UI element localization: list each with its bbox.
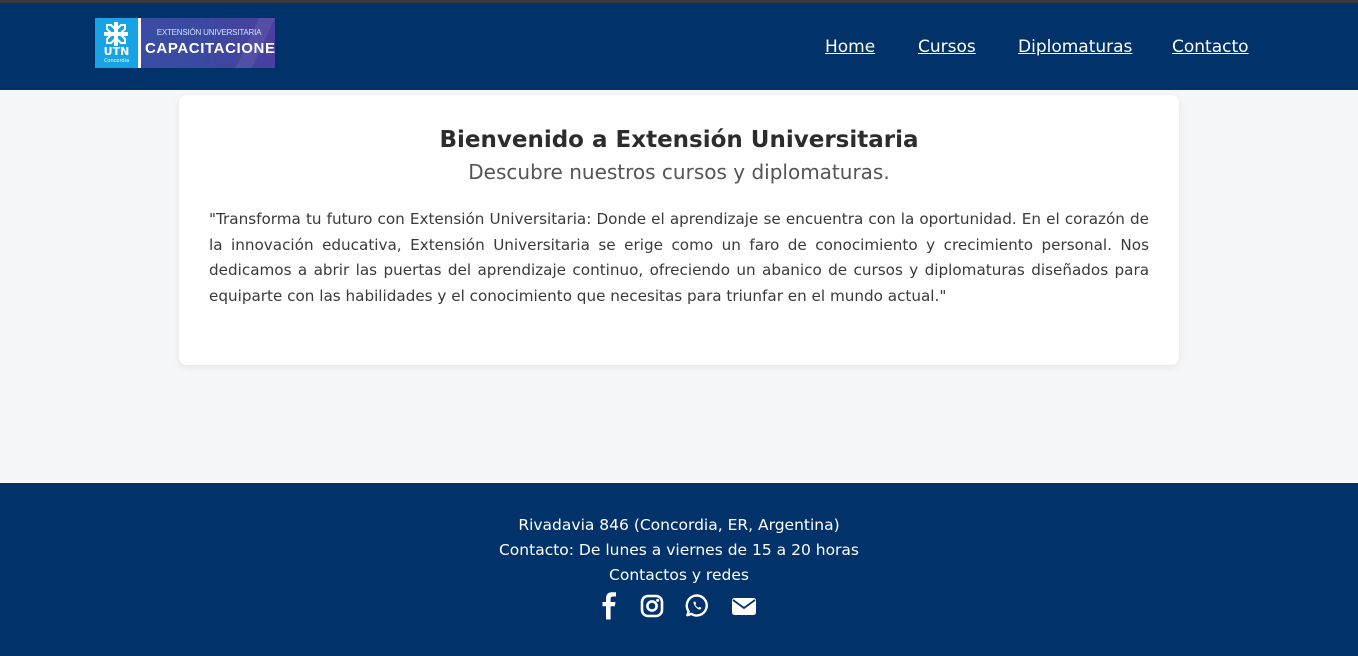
whatsapp-icon[interactable] bbox=[685, 592, 709, 620]
welcome-title: Bienvenido a Extensión Universitaria bbox=[439, 127, 919, 153]
email-icon[interactable] bbox=[731, 592, 757, 620]
welcome-subtitle: Descubre nuestros cursos y diplomaturas. bbox=[468, 160, 890, 184]
nav-contacto-link[interactable]: Contacto bbox=[1172, 37, 1249, 57]
facebook-icon[interactable] bbox=[598, 592, 620, 620]
nav-home-link[interactable]: Home bbox=[825, 37, 875, 57]
footer-hours: Contacto: De lunes a viernes de 15 a 20 … bbox=[498, 541, 859, 559]
site-header: UTN Concordia EXTENSIÓN UNIVERSITARIA CA… bbox=[0, 3, 1358, 90]
logo-line-2: CAPACITACIONES bbox=[145, 40, 275, 57]
nav-cursos-link[interactable]: Cursos bbox=[918, 37, 976, 57]
welcome-quote: "Transforma tu futuro con Extensión Univ… bbox=[209, 210, 1149, 305]
logo-badge-text: UTN bbox=[103, 45, 130, 58]
footer-address: Rivadavia 846 (Concordia, ER, Argentina) bbox=[518, 516, 840, 534]
instagram-icon[interactable] bbox=[640, 592, 664, 620]
site-footer: Rivadavia 846 (Concordia, ER, Argentina)… bbox=[0, 483, 1358, 656]
welcome-card: Bienvenido a Extensión Universitaria Des… bbox=[179, 95, 1179, 365]
logo-separator bbox=[138, 18, 141, 68]
utn-emblem-icon bbox=[104, 22, 128, 46]
site-logo[interactable]: UTN Concordia EXTENSIÓN UNIVERSITARIA CA… bbox=[95, 18, 275, 68]
utn-badge: UTN Concordia bbox=[95, 18, 138, 68]
logo-line-1: EXTENSIÓN UNIVERSITARIA bbox=[156, 28, 262, 37]
social-icons bbox=[0, 592, 1358, 620]
nav-diplomaturas-link[interactable]: Diplomaturas bbox=[1018, 37, 1132, 57]
logo-badge-subtext: Concordia bbox=[103, 58, 130, 64]
footer-networks-label: Contactos y redes bbox=[609, 566, 749, 584]
